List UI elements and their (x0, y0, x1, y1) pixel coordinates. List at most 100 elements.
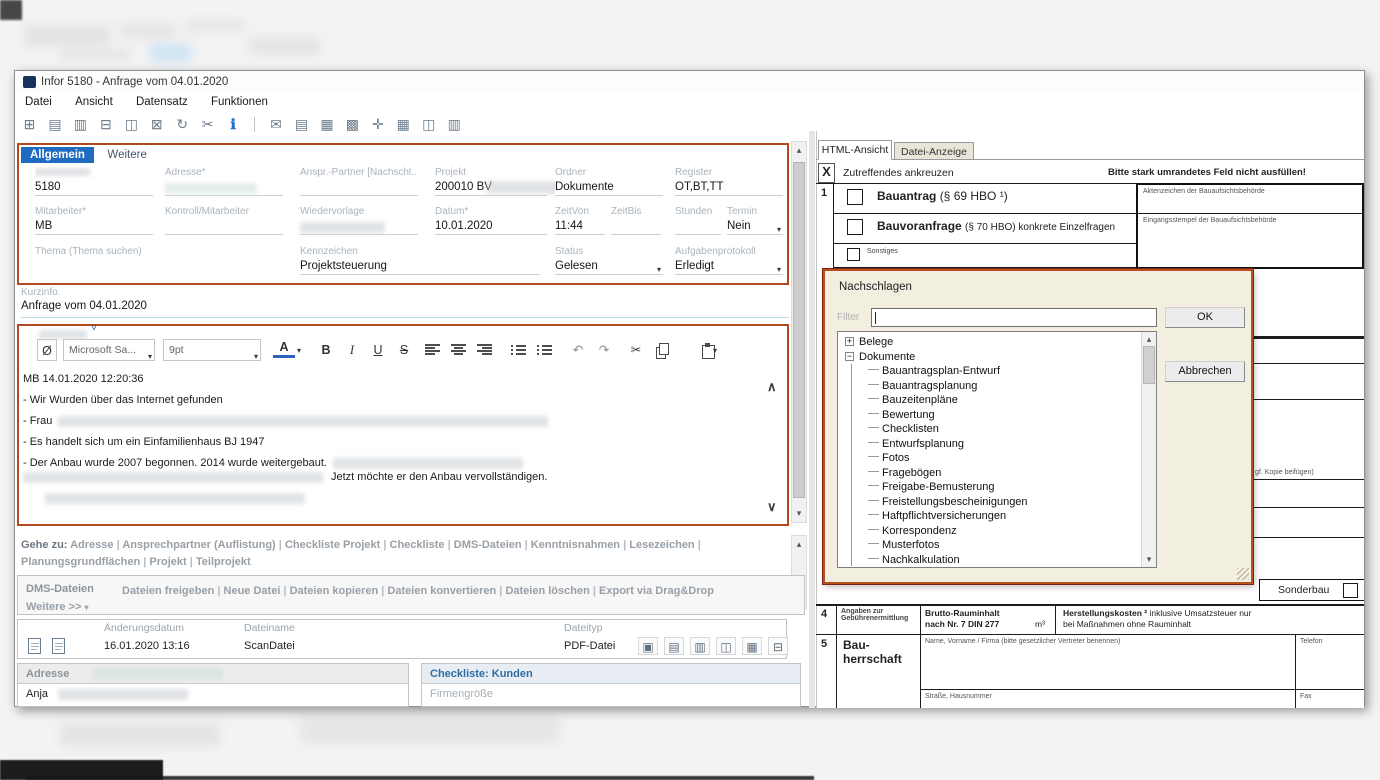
calendar-add-icon[interactable]: ▩ (342, 114, 363, 134)
goto-teilprojekt[interactable]: Teilprojekt (187, 556, 251, 568)
tree-item[interactable]: Fragebögen (841, 466, 1136, 481)
dms-export-dragdrop[interactable]: Export via Drag&Drop (590, 585, 714, 597)
mitarbeiter-input[interactable]: MB (35, 218, 153, 235)
bauantrag-checkbox[interactable] (847, 189, 863, 205)
file-preview-icon[interactable]: ▣ (638, 637, 658, 655)
tree-item[interactable]: Bauzeitenpläne (841, 393, 1136, 408)
chevron-down-icon[interactable]: ▾ (777, 222, 781, 238)
tree-item[interactable]: Bauantragsplan-Entwurf (841, 364, 1136, 379)
tree-item[interactable]: Notizen (841, 567, 1136, 568)
open-record-icon[interactable]: ▤ (44, 114, 65, 134)
col-header-dateiname[interactable]: Dateiname (244, 622, 295, 634)
align-center-icon[interactable] (451, 344, 466, 356)
tab-html-ansicht[interactable]: HTML-Ansicht (818, 140, 892, 160)
file-delete-icon[interactable]: ▥ (690, 637, 710, 655)
calendar-search-icon[interactable]: ▦ (316, 114, 337, 134)
goto-checkliste-projekt[interactable]: Checkliste Projekt (276, 539, 381, 551)
zeitbis-input[interactable] (611, 218, 661, 235)
align-right-icon[interactable] (477, 344, 492, 356)
scroll-down-icon[interactable]: ▾ (792, 508, 806, 519)
aufgabenprotokoll-dropdown[interactable]: Erledigt▾ (675, 258, 783, 275)
filter-input[interactable] (871, 308, 1157, 327)
refresh-icon[interactable]: ↻ (172, 114, 193, 134)
file-open-icon[interactable]: ▤ (664, 637, 684, 655)
tree-item[interactable]: Fotos (841, 451, 1136, 466)
move-icon[interactable]: ✛ (367, 114, 388, 134)
dms-dateien-konvertieren[interactable]: Dateien konvertieren (378, 585, 496, 597)
sonderbau-checkbox[interactable] (1343, 583, 1358, 598)
save-record-icon[interactable]: ▥ (70, 114, 91, 134)
note-icon[interactable]: ▤ (291, 114, 312, 134)
italic-button[interactable]: I (341, 339, 363, 361)
goto-checkliste[interactable]: Checkliste (380, 539, 444, 551)
delete-record-icon[interactable]: ⊠ (146, 114, 167, 134)
editor-content[interactable]: MB 14.01.2020 12:20:36 - Wir Wurden über… (23, 373, 767, 521)
numbered-list-icon[interactable] (537, 344, 552, 356)
scrollbar-thumb[interactable] (1143, 346, 1155, 384)
kontrollmitarbeiter-input[interactable] (165, 218, 283, 235)
left-scrollbar[interactable]: ▴ ▾ (791, 141, 807, 523)
file-copy-icon[interactable]: ◫ (716, 637, 736, 655)
dms-dateien-kopieren[interactable]: Dateien kopieren (280, 585, 378, 597)
empty-set-button[interactable]: Ø (37, 339, 57, 361)
wiedervorlage-input[interactable] (300, 218, 418, 235)
file-move-icon[interactable]: ▦ (742, 637, 762, 655)
bauvoranfrage-checkbox[interactable] (847, 219, 863, 235)
file-icon[interactable] (28, 638, 41, 654)
address-row[interactable]: Anja (18, 684, 408, 700)
scroll-up-icon[interactable]: ∧ (767, 379, 777, 395)
stunden-input[interactable] (675, 218, 721, 235)
tab-weitere[interactable]: Weitere (98, 147, 155, 163)
datum-input[interactable]: 10.01.2020 (435, 218, 547, 235)
tree-item[interactable]: Freigabe-Bemusterung (841, 480, 1136, 495)
sonstiges-checkbox[interactable] (847, 248, 860, 261)
adresse-input[interactable] (165, 179, 283, 196)
cut-icon[interactable]: ✂ (625, 339, 647, 361)
mail-icon[interactable]: ✉ (266, 114, 287, 134)
font-family-select[interactable]: Microsoft Sa...▾ (63, 339, 155, 361)
chevron-down-icon[interactable]: ▾ (297, 346, 301, 355)
dms-neue-datei[interactable]: Neue Datei (214, 585, 280, 597)
bold-button[interactable]: B (315, 339, 337, 361)
file-edit-icon[interactable] (52, 638, 65, 654)
tree-item[interactable]: Musterfotos (841, 538, 1136, 553)
strikethrough-button[interactable]: S (393, 339, 415, 361)
menu-datensatz[interactable]: Datensatz (126, 93, 198, 111)
file-save-icon[interactable]: ⊟ (768, 637, 788, 655)
status-dropdown[interactable]: Gelesen▾ (555, 258, 663, 275)
zeitvon-input[interactable]: 11:44 (555, 218, 605, 235)
col-header-dateityp[interactable]: Dateityp (564, 622, 603, 634)
tree-scrollbar[interactable]: ▴ ▾ (1141, 332, 1156, 567)
ansprechpartner-input[interactable] (300, 179, 418, 196)
table-row[interactable]: 16.01.2020 13:16 ScanDatei PDF-Datei ▣ ▤… (18, 636, 786, 658)
dms-dateien-loeschen[interactable]: Dateien löschen (496, 585, 590, 597)
scroll-down-icon[interactable]: ∨ (767, 499, 777, 515)
checklist-row[interactable]: Firmengröße (422, 684, 800, 700)
tab-allgemein[interactable]: Allgemein (21, 147, 94, 163)
tree-item[interactable]: Entwurfsplanung (841, 437, 1136, 452)
scroll-up-icon[interactable]: ▴ (1142, 334, 1156, 345)
tree-item[interactable]: Nachkalkulation (841, 553, 1136, 568)
tree-item[interactable]: Bewertung (841, 408, 1136, 423)
tree-item-dokumente[interactable]: −Dokumente (841, 350, 1136, 365)
cancel-button[interactable]: Abbrechen (1165, 361, 1245, 382)
tree-item[interactable]: Freistellungsbescheinigungen (841, 495, 1136, 510)
font-size-select[interactable]: 9pt▾ (163, 339, 261, 361)
goto-projekt[interactable]: Projekt (140, 556, 187, 568)
prev-record-icon[interactable]: ◫ (121, 114, 142, 134)
copy-icon[interactable] (655, 343, 669, 358)
chevron-down-icon[interactable]: ▾ (657, 262, 661, 278)
chevron-down-icon[interactable]: ▾ (713, 346, 717, 355)
underline-button[interactable]: U (367, 339, 389, 361)
tree-item-belege[interactable]: +Belege (841, 335, 1136, 350)
ordner-input[interactable]: Dokumente (555, 179, 663, 196)
font-color-button[interactable]: A (273, 339, 295, 358)
scroll-down-icon[interactable]: ▾ (1142, 554, 1156, 565)
tab-datei-anzeige[interactable]: Datei-Anzeige (894, 142, 974, 160)
expand-icon[interactable]: + (845, 337, 854, 346)
goto-adresse[interactable]: Adresse (70, 539, 113, 551)
scroll-up-icon[interactable]: ▴ (792, 145, 806, 156)
chevron-down-icon[interactable]: ˅ (91, 323, 97, 334)
menu-funktionen[interactable]: Funktionen (201, 93, 278, 111)
goto-lesezeichen[interactable]: Lesezeichen (620, 539, 695, 551)
